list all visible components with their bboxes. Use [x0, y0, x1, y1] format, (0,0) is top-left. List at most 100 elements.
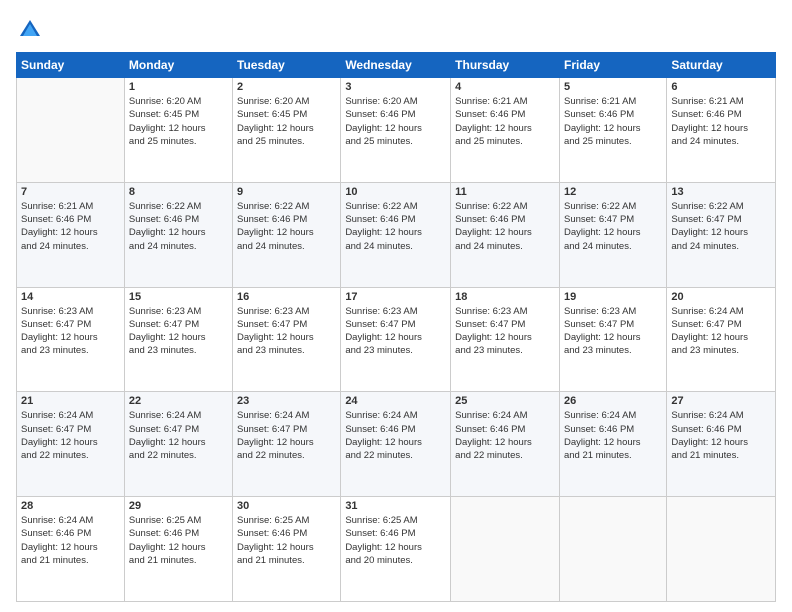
day-info: Sunrise: 6:22 AM Sunset: 6:46 PM Dayligh…	[237, 200, 336, 253]
day-number: 22	[129, 395, 228, 407]
day-info: Sunrise: 6:20 AM Sunset: 6:46 PM Dayligh…	[345, 95, 446, 148]
day-number: 13	[671, 186, 771, 198]
calendar-day: 17 Sunrise: 6:23 AM Sunset: 6:47 PM Dayli…	[341, 287, 451, 392]
day-number: 26	[564, 395, 662, 407]
day-info: Sunrise: 6:20 AM Sunset: 6:45 PM Dayligh…	[237, 95, 336, 148]
calendar-day: 4 Sunrise: 6:21 AM Sunset: 6:46 PM Daylig…	[451, 78, 560, 183]
day-number: 3	[345, 81, 446, 93]
day-info: Sunrise: 6:24 AM Sunset: 6:47 PM Dayligh…	[129, 409, 228, 462]
calendar-day: 25 Sunrise: 6:24 AM Sunset: 6:46 PM Dayli…	[451, 392, 560, 497]
calendar-day: 18 Sunrise: 6:23 AM Sunset: 6:47 PM Dayli…	[451, 287, 560, 392]
header-cell-saturday: Saturday	[667, 53, 776, 78]
calendar-day: 11Sunrise: 6:22 AM Sunset: 6:46 PM Dayli…	[451, 182, 560, 287]
day-info: Sunrise: 6:24 AM Sunset: 6:46 PM Dayligh…	[21, 514, 120, 567]
day-number: 31	[345, 500, 446, 512]
calendar-day: 20 Sunrise: 6:24 AM Sunset: 6:47 PM Dayli…	[667, 287, 776, 392]
day-info: Sunrise: 6:22 AM Sunset: 6:47 PM Dayligh…	[671, 200, 771, 253]
calendar-day: 5 Sunrise: 6:21 AM Sunset: 6:46 PM Daylig…	[559, 78, 666, 183]
day-number: 8	[129, 186, 228, 198]
day-number: 20	[671, 291, 771, 303]
day-number: 27	[671, 395, 771, 407]
calendar-day: 9 Sunrise: 6:22 AM Sunset: 6:46 PM Daylig…	[233, 182, 341, 287]
calendar-week-5: 28 Sunrise: 6:24 AM Sunset: 6:46 PM Dayli…	[17, 497, 776, 602]
day-number: 4	[455, 81, 555, 93]
day-info: Sunrise: 6:20 AM Sunset: 6:45 PM Dayligh…	[129, 95, 228, 148]
calendar-day	[559, 497, 666, 602]
day-info: Sunrise: 6:21 AM Sunset: 6:46 PM Dayligh…	[564, 95, 662, 148]
calendar-day: 8 Sunrise: 6:22 AM Sunset: 6:46 PM Daylig…	[124, 182, 232, 287]
day-number: 5	[564, 81, 662, 93]
day-info: Sunrise: 6:24 AM Sunset: 6:47 PM Dayligh…	[21, 409, 120, 462]
calendar-day: 27 Sunrise: 6:24 AM Sunset: 6:46 PM Dayli…	[667, 392, 776, 497]
calendar-day: 3 Sunrise: 6:20 AM Sunset: 6:46 PM Daylig…	[341, 78, 451, 183]
day-info: Sunrise: 6:24 AM Sunset: 6:46 PM Dayligh…	[564, 409, 662, 462]
day-info: Sunrise: 6:23 AM Sunset: 6:47 PM Dayligh…	[129, 305, 228, 358]
day-info: Sunrise: 6:25 AM Sunset: 6:46 PM Dayligh…	[345, 514, 446, 567]
day-number: 25	[455, 395, 555, 407]
calendar-day: 6 Sunrise: 6:21 AM Sunset: 6:46 PM Daylig…	[667, 78, 776, 183]
calendar-day: 24 Sunrise: 6:24 AM Sunset: 6:46 PM Dayli…	[341, 392, 451, 497]
day-number: 11	[455, 186, 555, 198]
day-info: Sunrise: 6:21 AM Sunset: 6:46 PM Dayligh…	[455, 95, 555, 148]
day-info: Sunrise: 6:21 AM Sunset: 6:46 PM Dayligh…	[671, 95, 771, 148]
calendar-day: 19 Sunrise: 6:23 AM Sunset: 6:47 PM Dayli…	[559, 287, 666, 392]
day-info: Sunrise: 6:22 AM Sunset: 6:46 PM Dayligh…	[129, 200, 228, 253]
calendar-week-1: 1Sunrise: 6:20 AM Sunset: 6:45 PM Daylig…	[17, 78, 776, 183]
calendar-day: 10 Sunrise: 6:22 AM Sunset: 6:46 PM Dayli…	[341, 182, 451, 287]
calendar-day: 2Sunrise: 6:20 AM Sunset: 6:45 PM Daylig…	[233, 78, 341, 183]
day-info: Sunrise: 6:24 AM Sunset: 6:47 PM Dayligh…	[671, 305, 771, 358]
header-row: SundayMondayTuesdayWednesdayThursdayFrid…	[17, 53, 776, 78]
calendar-day: 21 Sunrise: 6:24 AM Sunset: 6:47 PM Dayli…	[17, 392, 125, 497]
day-info: Sunrise: 6:21 AM Sunset: 6:46 PM Dayligh…	[21, 200, 120, 253]
day-number: 10	[345, 186, 446, 198]
day-number: 16	[237, 291, 336, 303]
header-cell-wednesday: Wednesday	[341, 53, 451, 78]
calendar-day: 1Sunrise: 6:20 AM Sunset: 6:45 PM Daylig…	[124, 78, 232, 183]
day-number: 15	[129, 291, 228, 303]
calendar-day: 23 Sunrise: 6:24 AM Sunset: 6:47 PM Dayli…	[233, 392, 341, 497]
day-number: 12	[564, 186, 662, 198]
header-cell-tuesday: Tuesday	[233, 53, 341, 78]
calendar-day: 7Sunrise: 6:21 AM Sunset: 6:46 PM Daylig…	[17, 182, 125, 287]
day-number: 9	[237, 186, 336, 198]
day-info: Sunrise: 6:23 AM Sunset: 6:47 PM Dayligh…	[564, 305, 662, 358]
calendar-day: 28 Sunrise: 6:24 AM Sunset: 6:46 PM Dayli…	[17, 497, 125, 602]
calendar-day: 16 Sunrise: 6:23 AM Sunset: 6:47 PM Dayli…	[233, 287, 341, 392]
day-number: 21	[21, 395, 120, 407]
day-info: Sunrise: 6:24 AM Sunset: 6:46 PM Dayligh…	[455, 409, 555, 462]
header-cell-friday: Friday	[559, 53, 666, 78]
calendar-day: 22 Sunrise: 6:24 AM Sunset: 6:47 PM Dayli…	[124, 392, 232, 497]
day-number: 24	[345, 395, 446, 407]
day-info: Sunrise: 6:23 AM Sunset: 6:47 PM Dayligh…	[237, 305, 336, 358]
calendar-week-2: 7Sunrise: 6:21 AM Sunset: 6:46 PM Daylig…	[17, 182, 776, 287]
day-info: Sunrise: 6:24 AM Sunset: 6:46 PM Dayligh…	[345, 409, 446, 462]
header-cell-monday: Monday	[124, 53, 232, 78]
day-info: Sunrise: 6:22 AM Sunset: 6:46 PM Dayligh…	[345, 200, 446, 253]
day-info: Sunrise: 6:25 AM Sunset: 6:46 PM Dayligh…	[129, 514, 228, 567]
calendar-day: 26 Sunrise: 6:24 AM Sunset: 6:46 PM Dayli…	[559, 392, 666, 497]
day-number: 6	[671, 81, 771, 93]
day-number: 30	[237, 500, 336, 512]
page-header	[16, 16, 776, 44]
calendar-day: 14Sunrise: 6:23 AM Sunset: 6:47 PM Dayli…	[17, 287, 125, 392]
header-cell-sunday: Sunday	[17, 53, 125, 78]
calendar-day	[451, 497, 560, 602]
day-number: 19	[564, 291, 662, 303]
day-info: Sunrise: 6:25 AM Sunset: 6:46 PM Dayligh…	[237, 514, 336, 567]
day-number: 23	[237, 395, 336, 407]
day-info: Sunrise: 6:23 AM Sunset: 6:47 PM Dayligh…	[455, 305, 555, 358]
day-info: Sunrise: 6:23 AM Sunset: 6:47 PM Dayligh…	[345, 305, 446, 358]
logo	[16, 16, 48, 44]
calendar-page: SundayMondayTuesdayWednesdayThursdayFrid…	[0, 0, 792, 612]
day-number: 14	[21, 291, 120, 303]
day-info: Sunrise: 6:24 AM Sunset: 6:47 PM Dayligh…	[237, 409, 336, 462]
day-info: Sunrise: 6:24 AM Sunset: 6:46 PM Dayligh…	[671, 409, 771, 462]
calendar-week-4: 21 Sunrise: 6:24 AM Sunset: 6:47 PM Dayli…	[17, 392, 776, 497]
header-cell-thursday: Thursday	[451, 53, 560, 78]
calendar-day: 29Sunrise: 6:25 AM Sunset: 6:46 PM Dayli…	[124, 497, 232, 602]
day-number: 17	[345, 291, 446, 303]
logo-icon	[16, 16, 44, 44]
day-number: 18	[455, 291, 555, 303]
calendar-table: SundayMondayTuesdayWednesdayThursdayFrid…	[16, 52, 776, 602]
day-number: 28	[21, 500, 120, 512]
